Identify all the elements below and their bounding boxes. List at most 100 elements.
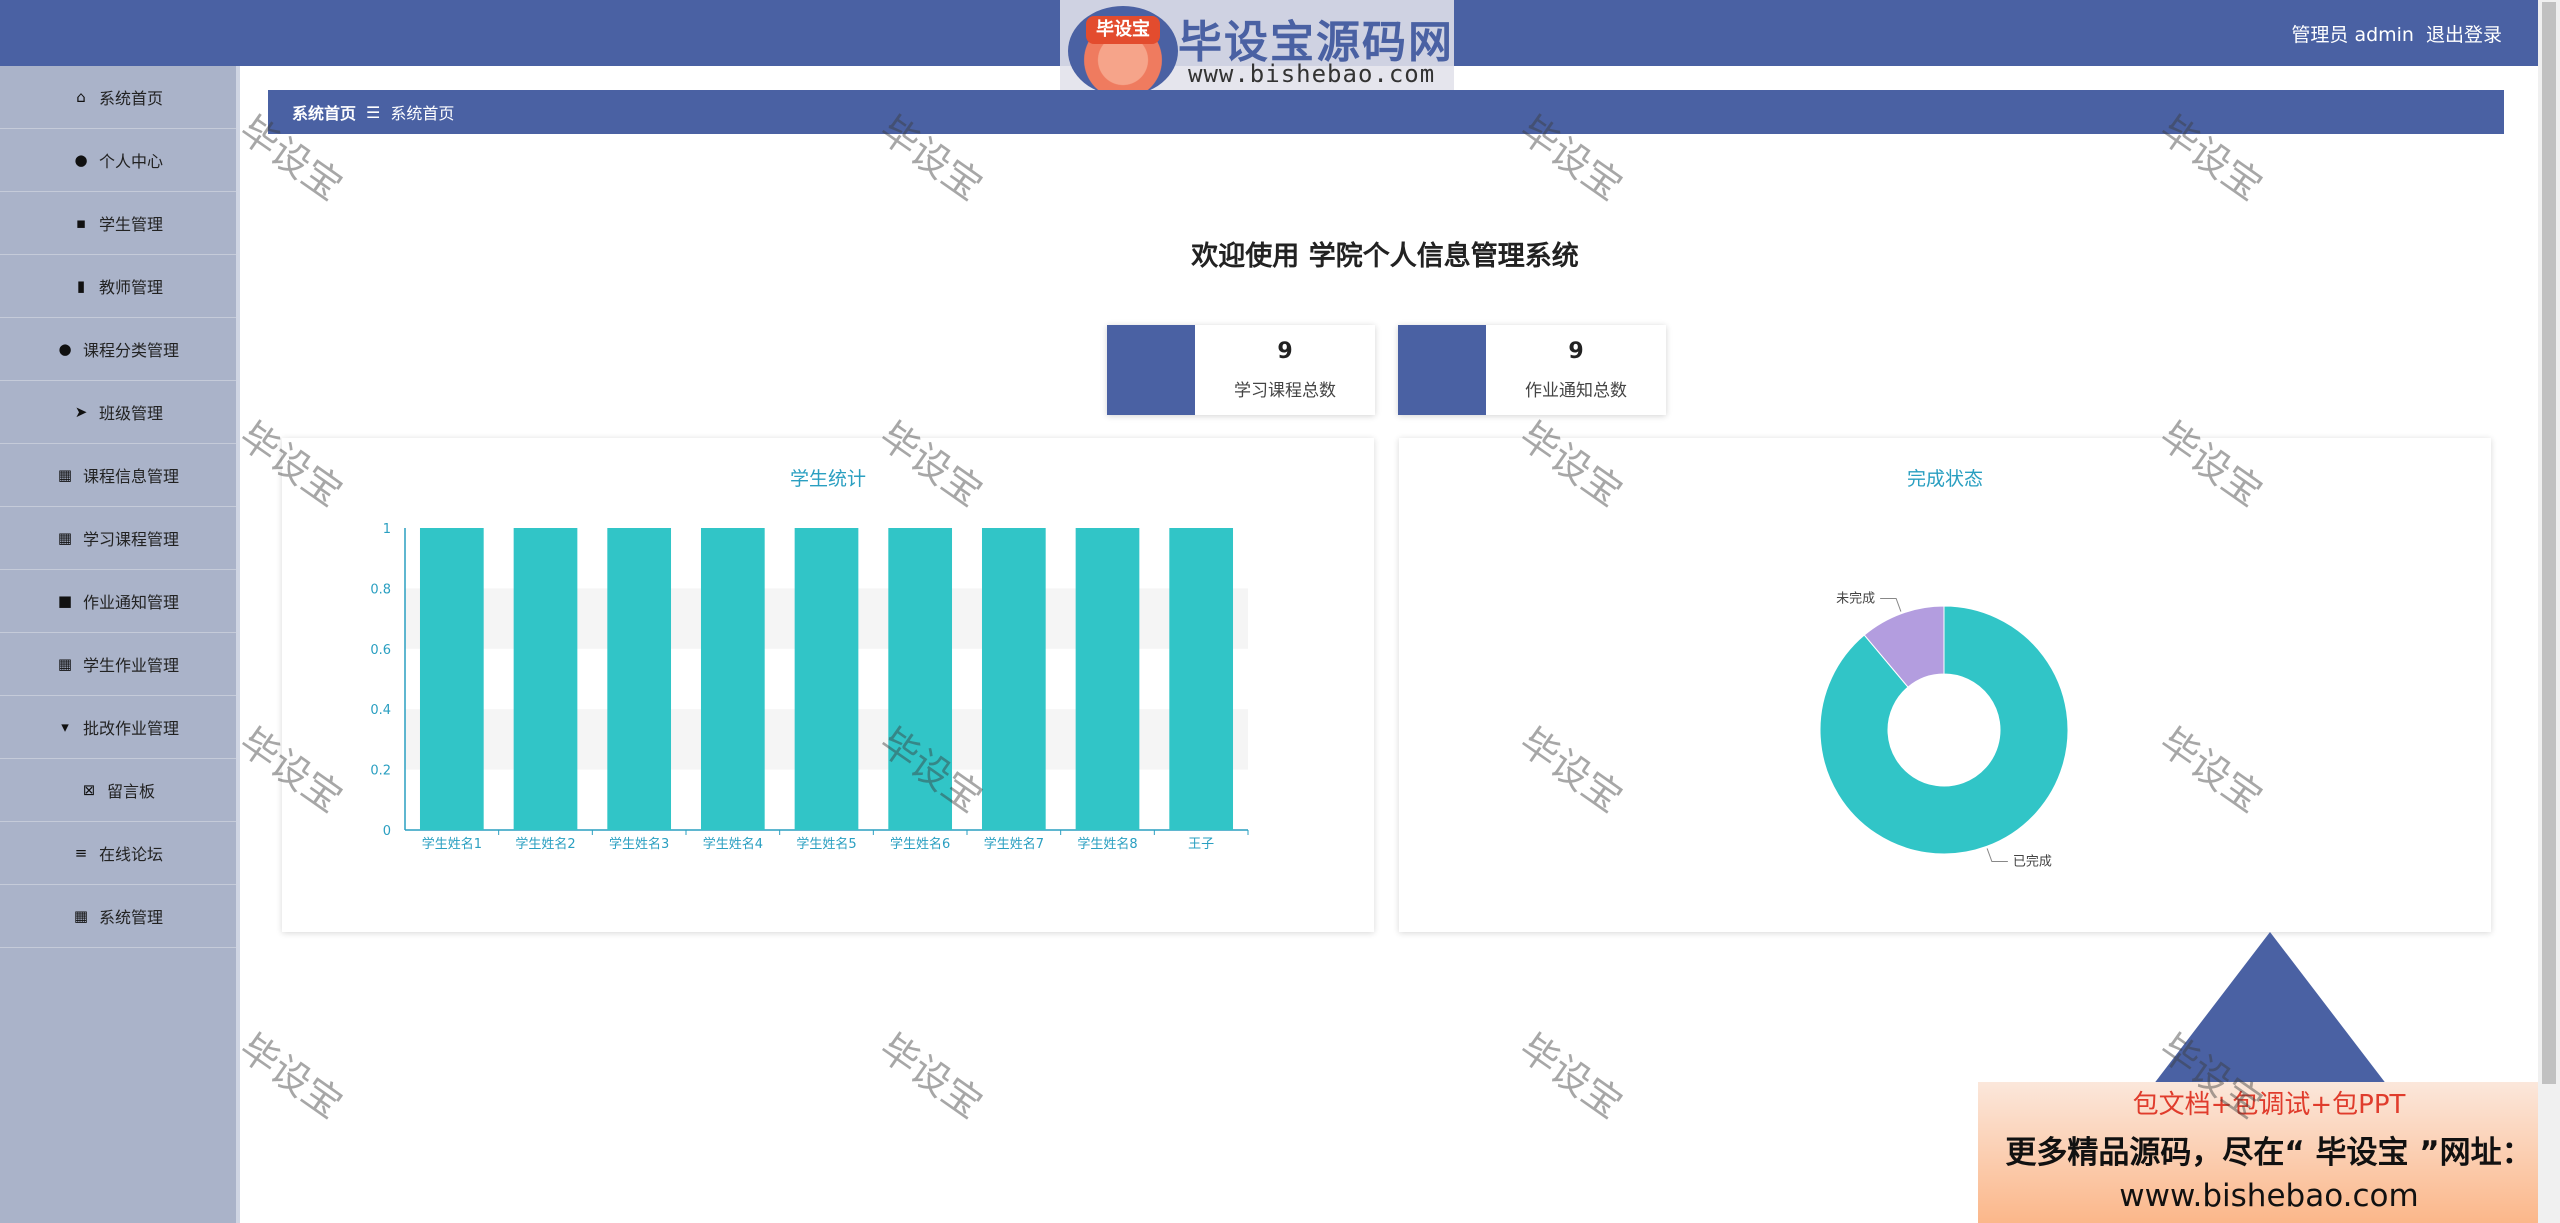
breadcrumb: 系统首页 ☰ 系统首页 xyxy=(268,90,2504,134)
x-tick-label: 王子 xyxy=(1188,837,1214,852)
sidebar-item-label: 在线论坛 xyxy=(98,845,163,864)
home-icon: ⌂ xyxy=(76,88,86,106)
user-area: 管理员 admin 退出登录 xyxy=(2291,20,2502,47)
student-stats-panel: 学生统计 0 0.2 0.4 0.6 0.8 1 学生姓名1 学生姓名2 学生姓名3 学生姓名4 学… xyxy=(282,438,1374,932)
stat-label: 学习课程总数 xyxy=(1234,381,1336,401)
sidebar-item-label: 课程分类管理 xyxy=(82,341,179,360)
bar xyxy=(700,528,765,830)
sidebar-item-label: 个人中心 xyxy=(98,152,163,171)
breadcrumb-root[interactable]: 系统首页 xyxy=(292,100,356,124)
decorative-triangle xyxy=(2140,932,2400,1102)
user-icon: ● xyxy=(58,340,72,358)
bar xyxy=(1075,528,1140,830)
sidebar-item-system[interactable]: ▦ 系统管理 xyxy=(0,885,236,948)
promo-line-2: 更多精品源码，尽在“ 毕设宝 ”网址： xyxy=(2005,1135,2533,1171)
promo-line-1: 包文档+包调试+包PPT xyxy=(2132,1090,2406,1120)
x-tick-label: 学生姓名7 xyxy=(984,836,1044,852)
logo-url: www.bishebao.com xyxy=(1188,60,1436,88)
user-role-label: 管理员 admin xyxy=(2291,24,2414,46)
menu-icon: ≡ xyxy=(74,844,88,862)
sidebar-item-label: 学习课程管理 xyxy=(82,530,179,549)
watermark-text: 毕设宝 xyxy=(871,1025,991,1127)
bar xyxy=(419,528,484,830)
stat-value: 9 xyxy=(1277,339,1293,364)
sidebar-item-label: 学生作业管理 xyxy=(82,656,179,675)
stat-label: 作业通知总数 xyxy=(1525,381,1627,401)
apps-icon: ▦ xyxy=(57,529,73,547)
x-tick-label: 学生姓名6 xyxy=(890,836,950,852)
sidebar-item-label: 系统管理 xyxy=(98,908,163,927)
logo-badge-text: 毕设宝 xyxy=(1086,16,1160,44)
sidebar-item-profile[interactable]: ● 个人中心 xyxy=(0,129,236,192)
watermark-text: 毕设宝 xyxy=(1511,1025,1631,1127)
sidebar-item-label: 系统首页 xyxy=(98,89,163,108)
logo-badge-icon: 毕设宝 xyxy=(1068,6,1178,96)
x-tick-label: 学生姓名1 xyxy=(422,836,482,852)
breadcrumb-separator-icon: ☰ xyxy=(366,102,381,122)
page-title: 欢迎使用 学院个人信息管理系统 xyxy=(1191,241,1579,272)
pie-chart-title: 完成状态 xyxy=(1906,468,1983,490)
sidebar-item-home[interactable]: ⌂ 系统首页 xyxy=(0,66,236,129)
book-icon: ▮ xyxy=(76,277,86,295)
flag-icon: ▾ xyxy=(61,718,69,736)
page-scrollbar[interactable] xyxy=(2538,0,2560,1223)
bar xyxy=(1169,528,1234,830)
x-tick-label: 学生姓名4 xyxy=(703,836,763,852)
bar xyxy=(607,528,672,830)
sidebar-item-homework-notice[interactable]: ■ 作业通知管理 xyxy=(0,570,236,633)
pie-label: 已完成 xyxy=(2013,855,2052,870)
bar-chart: 0 0.2 0.4 0.6 0.8 1 学生姓名1 学生姓名2 学生姓名3 学生姓名4 学生姓名5 学… xyxy=(370,522,1249,852)
chat-icon: ▪ xyxy=(75,214,87,232)
logout-link[interactable]: 退出登录 xyxy=(2426,20,2502,47)
sidebar-item-label: 教师管理 xyxy=(98,278,163,297)
stat-value: 9 xyxy=(1568,339,1584,364)
sidebar-item-course-info[interactable]: ▦ 课程信息管理 xyxy=(0,444,236,507)
sidebar-item-label: 留言板 xyxy=(106,782,155,801)
pie-leader-line xyxy=(1986,848,2008,863)
scrollbar-thumb[interactable] xyxy=(2542,2,2556,1084)
y-tick-label: 0.2 xyxy=(370,764,391,779)
sidebar-item-label: 作业通知管理 xyxy=(82,593,179,612)
pie-label: 未完成 xyxy=(1836,591,1875,606)
close-box-icon: ⊠ xyxy=(82,781,96,799)
sidebar-item-student-homework[interactable]: ▦ 学生作业管理 xyxy=(0,633,236,696)
y-tick-label: 1 xyxy=(383,522,391,537)
sidebar-item-label: 批改作业管理 xyxy=(82,719,179,738)
sidebar-item-label: 班级管理 xyxy=(98,404,163,423)
completion-status-panel: 完成状态 已完成 未完成 xyxy=(1399,438,2491,932)
x-tick-label: 学生姓名2 xyxy=(515,836,575,852)
bar xyxy=(513,528,578,830)
y-tick-label: 0.6 xyxy=(370,643,391,658)
grid-icon: ▦ xyxy=(57,466,73,484)
promo-banner: 包文档+包调试+包PPT 更多精品源码，尽在“ 毕设宝 ”网址： www.bis… xyxy=(1978,1082,2560,1223)
sidebar-item-label: 学生管理 xyxy=(98,215,163,234)
sidebar-item-label: 课程信息管理 xyxy=(82,467,179,486)
grid-icon: ▦ xyxy=(57,655,73,673)
bar xyxy=(981,528,1046,830)
stat-color-block xyxy=(1107,325,1195,415)
breadcrumb-current: 系统首页 xyxy=(390,104,455,123)
stat-card-courses: 9 学习课程总数 xyxy=(1107,325,1375,415)
bar xyxy=(888,528,953,830)
watermark-text: 毕设宝 xyxy=(231,1025,351,1127)
stat-color-block xyxy=(1398,325,1486,415)
bar xyxy=(794,528,859,830)
x-tick-label: 学生姓名3 xyxy=(609,836,669,852)
grid-icon: ▦ xyxy=(73,907,89,925)
stat-card-notices: 9 作业通知总数 xyxy=(1398,325,1666,415)
sidebar-item-course-category[interactable]: ● 课程分类管理 xyxy=(0,318,236,381)
sidebar-item-study-courses[interactable]: ▦ 学习课程管理 xyxy=(0,507,236,570)
y-tick-label: 0.8 xyxy=(370,582,391,597)
sidebar-item-forum[interactable]: ≡ 在线论坛 xyxy=(0,822,236,885)
sidebar-item-message-board[interactable]: ⊠ 留言板 xyxy=(0,759,236,822)
pie-chart: 已完成 未完成 xyxy=(1819,591,2069,870)
send-icon: ➤ xyxy=(74,403,88,421)
pie-leader-line xyxy=(1880,597,1902,612)
sidebar-item-grade-homework[interactable]: ▾ 批改作业管理 xyxy=(0,696,236,759)
promo-line-3: www.bishebao.com xyxy=(2119,1178,2419,1214)
sidebar-item-classes[interactable]: ➤ 班级管理 xyxy=(0,381,236,444)
bar-chart-title: 学生统计 xyxy=(789,468,866,490)
y-tick-label: 0.4 xyxy=(370,703,391,718)
y-tick-label: 0 xyxy=(383,824,391,839)
site-logo-watermark: 毕设宝 毕设宝源码网 www.bishebao.com xyxy=(1060,0,1454,102)
